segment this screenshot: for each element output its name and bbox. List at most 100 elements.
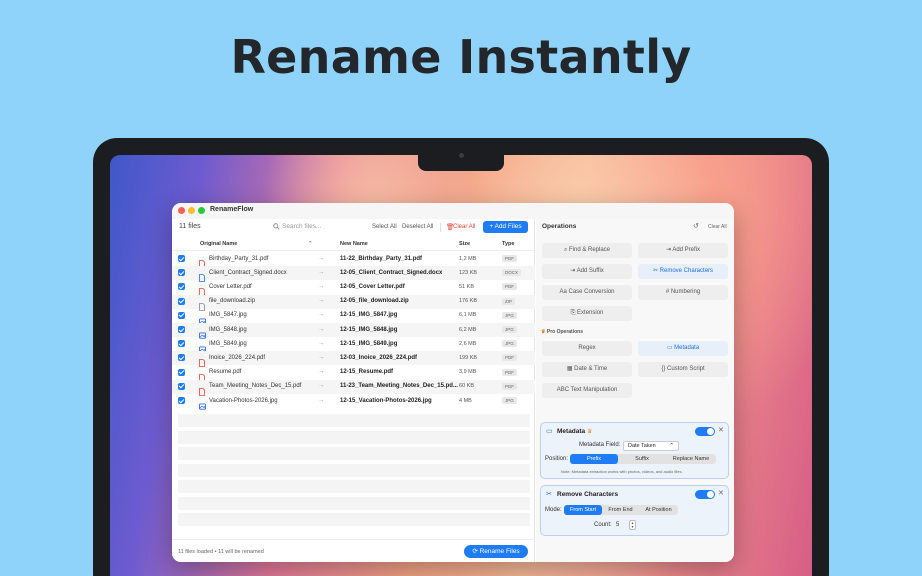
row-checkbox[interactable]	[178, 397, 185, 404]
row-checkbox[interactable]	[178, 368, 185, 376]
arrow-right-icon: →	[318, 268, 325, 276]
sort-chevron-icon[interactable]: ⌃	[308, 241, 313, 247]
table-header: Original Name ⌃ New Name Size Type	[172, 239, 535, 251]
position-replace-name[interactable]: Replace Name	[666, 454, 716, 464]
rename-files-button[interactable]: ⟳ Rename Files	[464, 545, 528, 558]
row-checkbox[interactable]	[178, 311, 185, 319]
zoom-window-button[interactable]	[198, 207, 205, 214]
empty-row	[178, 480, 530, 494]
file-size: 1,2 MB	[459, 255, 477, 262]
op-find-replace[interactable]: ⌕ Find & Replace	[542, 243, 632, 258]
file-size: 6,2 MB	[459, 326, 477, 333]
position-suffix[interactable]: Suffix	[618, 454, 666, 464]
pdf-icon	[199, 383, 205, 396]
table-row[interactable]: Client_Contract_Signed.docx → 12-05_Client…	[172, 266, 535, 283]
type-badge: JPG	[502, 326, 517, 333]
type-badge: PDF	[502, 354, 517, 362]
search-placeholder: Search files...	[282, 223, 322, 230]
op-remove-characters[interactable]: ✂ Remove Characters	[638, 264, 728, 279]
type-badge: PDF	[502, 255, 517, 262]
row-checkbox[interactable]	[178, 283, 185, 291]
table-row[interactable]: Birthday_Party_31.pdf → 11-22_Birthday_Par…	[172, 252, 535, 268]
op-add-prefix[interactable]: ⇥ Add Prefix	[638, 243, 728, 258]
count-stepper[interactable]: ▴ ▾	[629, 520, 636, 530]
metadata-card-title: Metadata	[557, 428, 586, 435]
mode-at-position[interactable]: At Position	[639, 505, 678, 515]
count-label: Count:	[594, 522, 612, 528]
op-extension[interactable]: ⎘ Extension	[542, 306, 632, 321]
empty-row	[178, 496, 530, 510]
image-icon	[199, 326, 206, 339]
header-original[interactable]: Original Name	[200, 241, 237, 247]
arrow-right-icon: →	[318, 311, 325, 319]
file-size: 176 KB	[459, 298, 478, 305]
close-icon[interactable]: ✕	[718, 489, 724, 497]
arrow-right-icon: →	[318, 325, 325, 333]
mode-from-end[interactable]: From End	[602, 505, 639, 515]
table-row[interactable]: Inoice_2026_224.pdf → 12-03_Inoice_2026_22…	[172, 351, 535, 368]
header-type[interactable]: Type	[502, 241, 514, 247]
metadata-note: Note: Metadata extraction works with pho…	[561, 469, 683, 474]
new-name: 12-15_Resume.pdf	[340, 369, 394, 376]
table-row[interactable]: Cover Letter.pdf → 12-05_Cover Letter.pdf 5…	[172, 280, 535, 297]
table-row[interactable]: IMG_5847.jpg → 12-15_IMG_5847.jpg 6,1 MB JPG	[172, 309, 535, 325]
table-row[interactable]: IMG_5848.jpg → 12-15_IMG_5848.jpg 6,2 MB JPG	[172, 323, 535, 339]
file-list-panel: 11 files Search files... Select All Dese…	[172, 219, 535, 562]
row-checkbox[interactable]	[178, 340, 185, 348]
arrow-right-icon: →	[318, 282, 325, 290]
op-add-suffix[interactable]: ⇥ Add Suffix	[542, 264, 632, 279]
window-title: RenameFlow	[210, 206, 254, 213]
add-files-button[interactable]: + Add Files	[483, 221, 528, 233]
position-label: Position:	[545, 456, 569, 462]
close-icon[interactable]: ✕	[718, 426, 724, 434]
clear-all-button[interactable]: Clear All	[453, 224, 475, 230]
op-numbering[interactable]: # Numbering	[638, 285, 728, 300]
empty-row	[178, 447, 530, 461]
row-checkbox[interactable]	[178, 354, 185, 362]
close-window-button[interactable]	[178, 207, 185, 214]
op-metadata[interactable]: ▭ Metadata	[638, 341, 728, 356]
table-row[interactable]: Resume.pdf → 12-15_Resume.pdf 3,9 MB PDF	[172, 366, 535, 382]
mode-label: Mode:	[545, 507, 562, 513]
op-label: Metadata	[674, 345, 700, 351]
op-label: Remove Characters	[659, 268, 714, 274]
type-badge: PDF	[502, 368, 517, 376]
table-row[interactable]: Vacation-Photos-2026.jpg → 12-15_Vacation-…	[172, 394, 535, 410]
headline: Rename Instantly	[230, 30, 692, 84]
header-size[interactable]: Size	[459, 241, 470, 247]
metadata-toggle[interactable]	[695, 427, 715, 436]
rename-files-label: Rename Files	[479, 548, 520, 555]
metadata-field-select[interactable]: Date Taken ⌃	[623, 441, 679, 451]
search-input[interactable]: Search files...	[273, 223, 322, 230]
row-checkbox[interactable]	[178, 297, 185, 305]
new-name: 12-15_Vacation-Photos-2026.jpg	[340, 397, 432, 404]
op-date-time[interactable]: ▦ Date & Time	[542, 362, 632, 377]
row-checkbox[interactable]	[178, 382, 185, 390]
row-checkbox[interactable]	[178, 255, 185, 262]
deselect-all-button[interactable]: Deselect All	[402, 224, 433, 230]
empty-row	[178, 513, 530, 527]
op-case-conversion[interactable]: Aa Case Conversion	[542, 285, 632, 300]
table-row[interactable]: file_download.zip → 12-05_file_download.zi…	[172, 294, 535, 311]
op-regex[interactable]: Regex	[542, 341, 632, 356]
op-custom-script[interactable]: {} Custom Script	[638, 362, 728, 377]
original-name: Inoice_2026_224.pdf	[209, 354, 266, 361]
row-checkbox[interactable]	[178, 326, 185, 333]
undo-icon[interactable]: ↺	[693, 222, 699, 230]
table-row[interactable]: Team_Meeting_Notes_Dec_15.pdf → 11-23_Team…	[172, 379, 535, 396]
header-new[interactable]: New Name	[340, 241, 368, 247]
position-prefix[interactable]: Prefix	[570, 454, 618, 464]
operations-clear-all[interactable]: Clear All	[708, 224, 727, 230]
status-text: 11 files loaded • 11 will be renamed	[178, 549, 264, 555]
select-all-button[interactable]: Select All	[372, 224, 397, 230]
minimize-window-button[interactable]	[188, 207, 195, 214]
toolbar-divider	[440, 223, 441, 232]
op-text-manipulation[interactable]: ABC Text Manipulation	[542, 383, 632, 398]
row-checkbox[interactable]	[178, 269, 185, 277]
arrow-right-icon: →	[318, 368, 325, 376]
count-value[interactable]: 5	[616, 522, 619, 528]
table-row[interactable]: IMG_5849.jpg → 12-15_IMG_5849.jpg 2,6 MB JPG	[172, 337, 535, 353]
file-size: 123 KB	[459, 269, 478, 276]
mode-from-start[interactable]: From Start	[564, 505, 602, 515]
remove-toggle[interactable]	[695, 490, 715, 499]
